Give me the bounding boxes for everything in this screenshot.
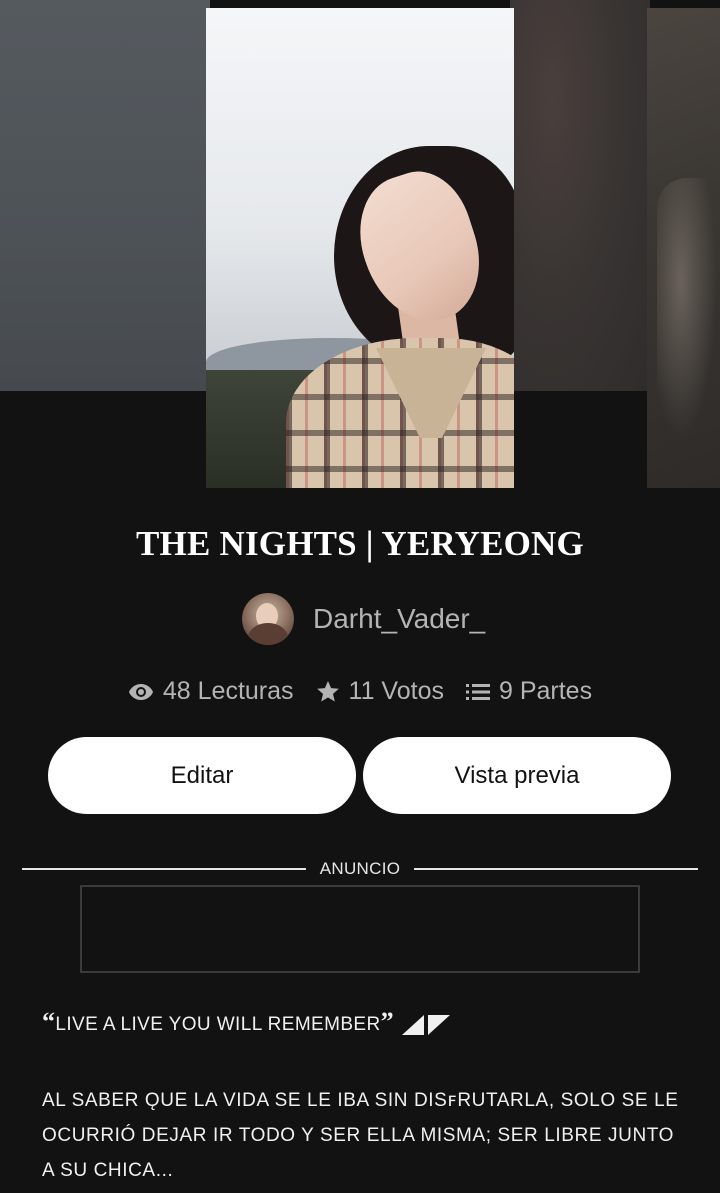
ad-divider: ANUNCIO	[22, 858, 698, 880]
author-name: Darht_Vader_	[313, 603, 486, 634]
eye-icon	[128, 683, 153, 700]
edit-button[interactable]: Editar	[48, 737, 356, 814]
votes-count: 11 Votos	[348, 677, 444, 705]
divider-line	[414, 868, 698, 870]
divider-line	[22, 868, 306, 870]
story-title: THE NIGHTS | YERYEONG	[136, 524, 584, 563]
carousel-background	[510, 0, 650, 391]
quote-text: LIVE A LIVE YOU WILL REMEMBER	[55, 1014, 381, 1035]
parts-count: 9 Partes	[498, 677, 593, 705]
ad-slot[interactable]	[80, 885, 640, 973]
list-icon	[465, 683, 490, 700]
story-stats: 48 Lecturas 11 Votos 9 Partes	[0, 677, 720, 706]
author-link[interactable]: Darht_Vader_	[242, 592, 485, 646]
preview-button[interactable]: Vista previa	[363, 737, 671, 814]
ad-label: ANUNCIO	[319, 859, 401, 878]
triangle-decoration-icon	[402, 1015, 451, 1035]
quote-open-mark: “	[42, 1007, 56, 1036]
story-cover-image	[206, 8, 514, 488]
carousel-prev-cover[interactable]	[0, 0, 210, 391]
parts-stat: 9 Partes	[465, 677, 593, 706]
star-icon	[316, 681, 339, 702]
description-quote: “ LIVE A LIVE YOU WILL REMEMBER ”	[42, 1007, 682, 1038]
story-description: AL SABER ǪUE LA VIDA SE LE IBA SIN DISꜰR…	[42, 1090, 679, 1181]
carousel-next-cover[interactable]	[647, 8, 720, 488]
reads-count: 48 Lecturas	[162, 677, 294, 705]
author-avatar	[242, 593, 294, 645]
votes-stat: 11 Votos	[316, 677, 444, 706]
quote-close-mark: ”	[380, 1007, 395, 1036]
reads-stat: 48 Lecturas	[128, 677, 294, 706]
